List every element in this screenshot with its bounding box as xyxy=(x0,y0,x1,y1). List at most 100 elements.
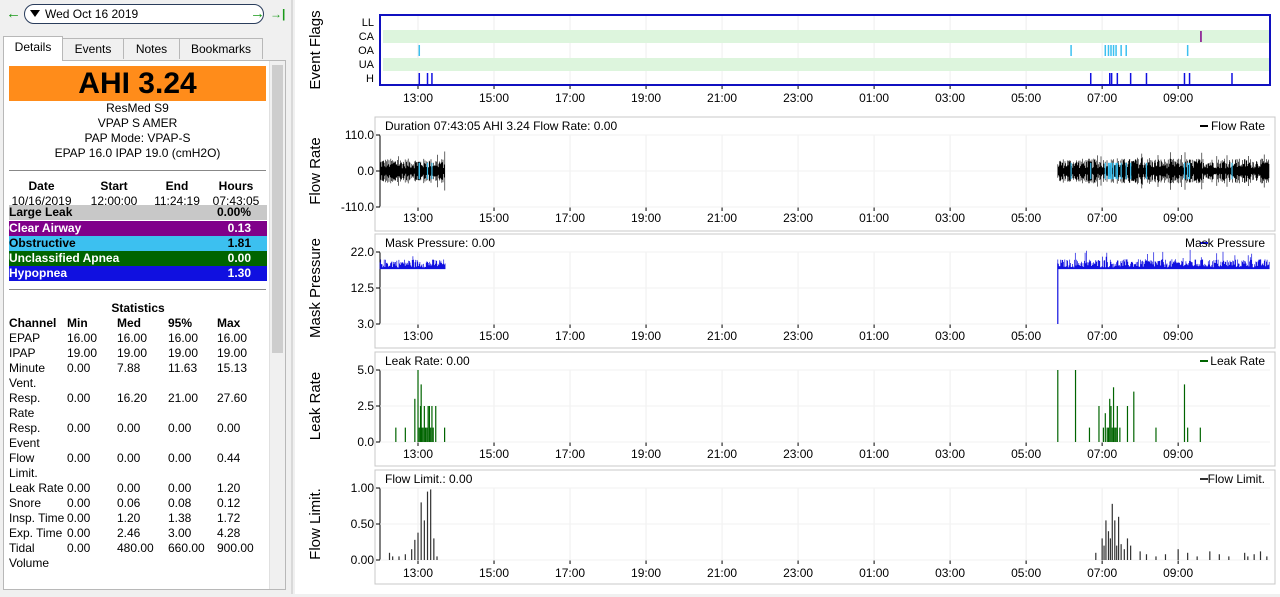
session-header-date: Date xyxy=(28,179,55,193)
device-model: ResMed S9 xyxy=(106,101,169,115)
x-tick-label: 07:00 xyxy=(1087,566,1117,580)
stats-channel-name: Minute xyxy=(9,361,46,375)
stats-value: 11.63 xyxy=(168,361,198,375)
splitter[interactable] xyxy=(291,0,293,594)
stats-value: 0.00 xyxy=(67,496,91,510)
event-row-unclassified-apnea[interactable]: Unclassified Apnea 0.00 xyxy=(9,251,267,266)
flag-row-label: UA xyxy=(359,59,375,71)
y-axis-title: Flow Limit. xyxy=(307,488,324,560)
session-header-end: End xyxy=(165,179,189,193)
y-tick-label: 12.5 xyxy=(351,281,375,295)
x-tick-label: 17:00 xyxy=(555,329,585,343)
x-tick-label: 01:00 xyxy=(859,211,889,225)
x-tick-label: 21:00 xyxy=(707,566,737,580)
stats-channel-name: Flow xyxy=(9,451,35,465)
stats-value: 0.08 xyxy=(168,496,192,510)
event-row-hypopnea[interactable]: Hypopnea 1.30 xyxy=(9,266,267,281)
stats-value: 16.00 xyxy=(168,331,199,345)
previous-day-icon[interactable]: ← xyxy=(6,4,21,24)
chart-title: Flow Limit.: 0.00 xyxy=(385,472,473,486)
stats-value: 900.00 xyxy=(217,541,254,555)
x-tick-label: 21:00 xyxy=(707,91,737,105)
chart-event-flags[interactable]: Event Flags 13:00 15:00 17:00 19:00 21:00 23:0… xyxy=(307,10,1271,105)
event-label: Unclassified Apnea xyxy=(9,251,120,265)
x-tick-label: 15:00 xyxy=(479,447,509,461)
x-tick-label: 03:00 xyxy=(935,566,965,580)
stats-value: 660.00 xyxy=(168,541,205,555)
scrollbar-thumb[interactable] xyxy=(272,65,283,353)
x-tick-label: 13:00 xyxy=(403,91,433,105)
event-row-obstructive[interactable]: Obstructive 1.81 xyxy=(9,236,267,251)
event-value: 0.13 xyxy=(227,221,251,235)
last-day-icon[interactable]: →| xyxy=(270,4,285,24)
tab-details[interactable]: Details xyxy=(3,36,63,61)
x-tick-label: 23:00 xyxy=(783,91,813,105)
stats-value: 16.20 xyxy=(117,391,148,405)
ahi-summary: AHI 3.24 xyxy=(9,66,266,101)
flag-band xyxy=(383,30,1270,43)
left-sidebar: ← Wed Oct 16 2019 → →| Details Events No… xyxy=(0,0,290,594)
stats-channel-name: Resp. xyxy=(9,421,41,435)
stats-value: 3.00 xyxy=(168,526,192,540)
chart-flow-limit-[interactable]: Flow Limit. Flow Limit.: 0.00 Flow Limit. 1… xyxy=(307,469,1276,585)
pressure-settings: EPAP 16.0 IPAP 19.0 (cmH2O) xyxy=(54,146,221,160)
chart-title: Leak Rate: 0.00 xyxy=(385,354,470,368)
event-row-large-leak[interactable]: Large Leak 0.00% xyxy=(9,205,267,220)
x-tick-label: 09:00 xyxy=(1163,329,1193,343)
flag-row-label: OA xyxy=(358,45,375,57)
stats-channel-name: Rate xyxy=(9,406,35,420)
x-tick-label: 15:00 xyxy=(479,91,509,105)
dropdown-triangle-icon[interactable] xyxy=(30,10,40,17)
chart-mask-pressure[interactable]: Mask Pressure Mask Pressure: 0.00 Mask Pre… xyxy=(307,233,1276,349)
y-axis-title: Event Flags xyxy=(307,10,324,89)
stats-value: 19.00 xyxy=(67,346,98,360)
x-tick-label: 09:00 xyxy=(1163,211,1193,225)
event-label: Clear Airway xyxy=(9,221,82,235)
event-row-clear-airway[interactable]: Clear Airway 0.13 xyxy=(9,221,267,236)
flow-trace xyxy=(379,151,446,191)
x-tick-label: 17:00 xyxy=(555,566,585,580)
x-tick-label: 09:00 xyxy=(1163,447,1193,461)
next-day-icon[interactable]: → xyxy=(250,4,265,24)
chart-frame xyxy=(374,469,1276,585)
tab-notes[interactable]: Notes xyxy=(123,38,180,59)
x-tick-label: 07:00 xyxy=(1087,91,1117,105)
stats-value: 27.60 xyxy=(217,391,248,405)
session-header-start: Start xyxy=(100,179,128,193)
stats-value: 0.00 xyxy=(117,451,141,465)
stats-value: 0.00 xyxy=(117,481,141,495)
chart-leak-rate[interactable]: Leak Rate Leak Rate: 0.00 Leak Rate 13:00 15… xyxy=(307,351,1276,467)
charts-area: Event Flags 13:00 15:00 17:00 19:00 21:00 23:0… xyxy=(295,0,1280,594)
stats-channel-name: Volume xyxy=(9,556,50,570)
x-tick-label: 01:00 xyxy=(859,91,889,105)
tab-bookmarks[interactable]: Bookmarks xyxy=(179,38,263,59)
x-tick-label: 07:00 xyxy=(1087,211,1117,225)
chart-frame xyxy=(374,233,1276,349)
x-tick-label: 17:00 xyxy=(555,211,585,225)
stats-value: 0.00 xyxy=(168,481,192,495)
vertical-scrollbar[interactable] xyxy=(269,61,285,589)
x-tick-label: 21:00 xyxy=(707,329,737,343)
x-tick-label: 13:00 xyxy=(403,447,433,461)
stats-header: 95% xyxy=(168,316,193,330)
flag-row-label: LL xyxy=(362,17,374,29)
stats-channel-name: Event xyxy=(9,436,40,450)
x-tick-label: 19:00 xyxy=(631,329,661,343)
stats-channel-name: Exp. Time xyxy=(9,526,63,540)
x-tick-label: 23:00 xyxy=(783,566,813,580)
date-picker[interactable]: Wed Oct 16 2019 xyxy=(24,4,264,24)
stats-header: Min xyxy=(67,316,88,330)
stats-value: 19.00 xyxy=(217,346,248,360)
stats-value: 0.00 xyxy=(67,391,91,405)
x-tick-label: 07:00 xyxy=(1087,447,1117,461)
chart-flow-rate[interactable]: Flow Rate Duration 07:43:05 AHI 3.24 Flow… xyxy=(307,116,1276,232)
stats-value: 0.00 xyxy=(67,451,91,465)
divider xyxy=(9,170,266,171)
stats-value: 1.72 xyxy=(217,511,241,525)
y-tick-label: 110.0 xyxy=(345,128,374,142)
device-info: ResMed S9 VPAP S AMER PAP Mode: VPAP-S E… xyxy=(9,101,266,161)
x-tick-label: 09:00 xyxy=(1163,566,1193,580)
flags-border xyxy=(379,14,1271,86)
pap-mode: PAP Mode: VPAP-S xyxy=(84,131,191,145)
tab-events[interactable]: Events xyxy=(62,38,124,59)
